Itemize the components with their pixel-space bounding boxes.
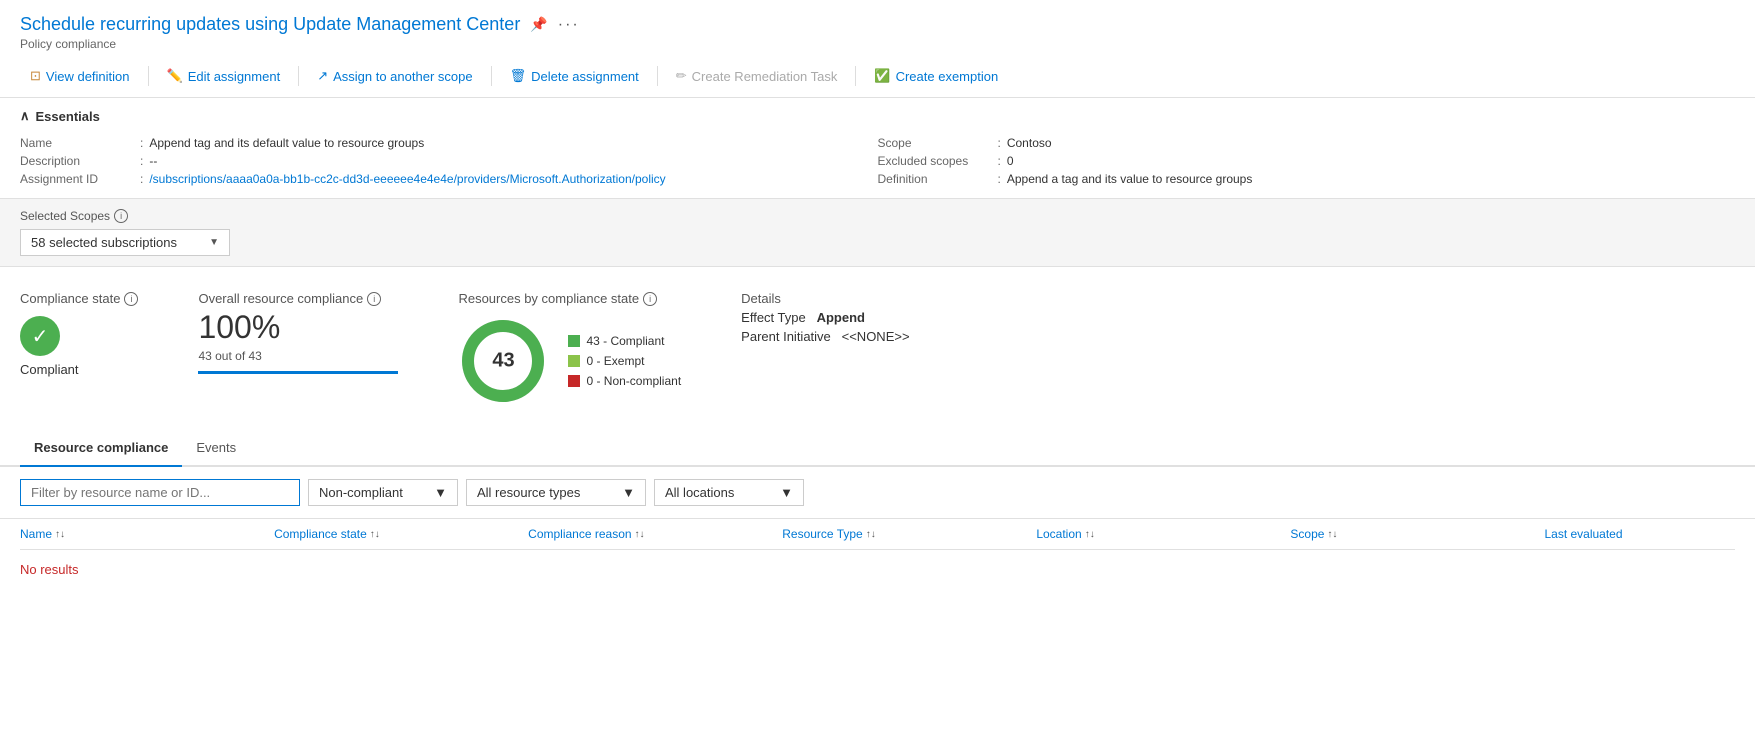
compliance-state-info-icon: i (124, 292, 138, 306)
compliance-filter-chevron-icon: ▼ (434, 485, 447, 500)
toolbar: ⊡ View definition ✏️ Edit assignment ↗ A… (0, 55, 1755, 98)
compliance-state-title: Compliance state i (20, 291, 138, 306)
col-header-scope[interactable]: Scope ↑↓ (1290, 527, 1544, 541)
page-header: Schedule recurring updates using Update … (0, 0, 1755, 55)
selected-scopes-info-icon: i (114, 209, 128, 223)
assign-to-another-scope-button[interactable]: ↗ Assign to another scope (307, 63, 482, 89)
delete-assignment-icon: 🗑 (510, 68, 527, 84)
compliant-dot (568, 335, 580, 347)
resources-by-state-title: Resources by compliance state i (458, 291, 681, 306)
legend-compliant: 43 - Compliant (568, 334, 681, 348)
overall-compliance-block: Overall resource compliance i 100% 43 ou… (198, 291, 398, 374)
noncompliant-dot (568, 375, 580, 387)
toolbar-divider-4 (657, 66, 658, 86)
col-resource-type-sort-icon: ↑↓ (866, 529, 876, 540)
pin-icon[interactable]: 📌 (530, 16, 547, 33)
essentials-definition-row: Definition : Append a tag and its value … (878, 170, 1736, 188)
legend: 43 - Compliant 0 - Exempt 0 - Non-compli… (568, 334, 681, 388)
col-header-compliance-reason[interactable]: Compliance reason ↑↓ (528, 527, 782, 541)
donut-and-legend: 43 43 - Compliant 0 - Exempt 0 - Non-com… (458, 316, 681, 406)
col-location-sort-icon: ↑↓ (1085, 529, 1095, 540)
tabs-section: Resource compliance Events (0, 430, 1755, 467)
overall-compliance-title: Overall resource compliance i (198, 291, 398, 306)
resources-by-state-block: Resources by compliance state i 43 43 - … (458, 291, 681, 406)
col-header-last-evaluated[interactable]: Last evaluated (1544, 527, 1735, 541)
view-definition-icon: ⊡ (30, 68, 41, 84)
essentials-assignment-id-row: Assignment ID : /subscriptions/aaaa0a0a-… (20, 170, 878, 188)
col-compliance-reason-sort-icon: ↑↓ (635, 529, 645, 540)
col-header-compliance-state[interactable]: Compliance state ↑↓ (274, 527, 528, 541)
compliance-state-block: Compliance state i ✓ Compliant (20, 291, 138, 377)
col-compliance-state-sort-icon: ↑↓ (370, 529, 380, 540)
parent-initiative-row: Parent Initiative <<NONE>> (741, 329, 909, 344)
toolbar-divider-2 (298, 66, 299, 86)
scope-dropdown-value: 58 selected subscriptions (31, 235, 209, 250)
essentials-header[interactable]: ∧ Essentials (20, 108, 1735, 124)
essentials-scope-row: Scope : Contoso (878, 134, 1736, 152)
compliant-label: Compliant (20, 362, 79, 377)
legend-exempt: 0 - Exempt (568, 354, 681, 368)
page-subtitle: Policy compliance (20, 37, 1735, 51)
toolbar-divider (148, 66, 149, 86)
edit-assignment-icon: ✏️ (167, 68, 183, 84)
more-icon[interactable]: ··· (558, 16, 580, 34)
remediation-icon: ✏ (676, 68, 687, 84)
resource-types-chevron-icon: ▼ (622, 485, 635, 500)
locations-chevron-icon: ▼ (780, 485, 793, 500)
delete-assignment-button[interactable]: 🗑 Delete assignment (500, 63, 649, 89)
out-of-label: 43 out of 43 (198, 349, 398, 363)
resource-types-filter-dropdown[interactable]: All resource types ▼ (466, 479, 646, 506)
donut-chart: 43 (458, 316, 548, 406)
exempt-dot (568, 355, 580, 367)
create-exemption-button[interactable]: ✅ Create exemption (864, 63, 1008, 89)
collapse-icon: ∧ (20, 108, 30, 124)
essentials-section: ∧ Essentials Name : Append tag and its d… (0, 98, 1755, 199)
compliant-icon: ✓ (20, 316, 60, 356)
col-name-sort-icon: ↑↓ (55, 529, 65, 540)
scope-dropdown-chevron-icon: ▼ (209, 237, 219, 248)
create-remediation-task-button[interactable]: ✏ Create Remediation Task (666, 63, 848, 89)
tab-events[interactable]: Events (182, 430, 250, 467)
compliance-section: Compliance state i ✓ Compliant Overall r… (0, 267, 1755, 430)
details-block: Details Effect Type Append Parent Initia… (741, 291, 909, 344)
col-header-resource-type[interactable]: Resource Type ↑↓ (782, 527, 1036, 541)
col-header-location[interactable]: Location ↑↓ (1036, 527, 1290, 541)
compliance-filter-dropdown[interactable]: Non-compliant ▼ (308, 479, 458, 506)
edit-assignment-button[interactable]: ✏️ Edit assignment (157, 63, 291, 89)
locations-filter-dropdown[interactable]: All locations ▼ (654, 479, 804, 506)
legend-noncompliant: 0 - Non-compliant (568, 374, 681, 388)
toolbar-divider-5 (855, 66, 856, 86)
view-definition-button[interactable]: ⊡ View definition (20, 63, 140, 89)
resource-filter-input[interactable] (31, 485, 289, 500)
toolbar-divider-3 (491, 66, 492, 86)
details-title: Details (741, 291, 909, 306)
assign-scope-icon: ↗ (317, 68, 328, 84)
col-scope-sort-icon: ↑↓ (1327, 529, 1337, 540)
overall-percent: 100% (198, 310, 398, 345)
essentials-excluded-scopes-row: Excluded scopes : 0 (878, 152, 1736, 170)
no-results-label: No results (20, 550, 1735, 589)
table-section: Name ↑↓ Compliance state ↑↓ Compliance r… (0, 519, 1755, 589)
progress-bar (198, 371, 398, 374)
selected-scopes-label: Selected Scopes i (20, 209, 1735, 223)
essentials-description-row: Description : -- (20, 152, 878, 170)
scope-dropdown[interactable]: 58 selected subscriptions ▼ (20, 229, 230, 256)
donut-center-value: 43 (492, 350, 514, 373)
essentials-name-row: Name : Append tag and its default value … (20, 134, 878, 152)
resource-filter-input-wrapper (20, 479, 300, 506)
essentials-grid: Name : Append tag and its default value … (20, 134, 1735, 188)
progress-bar-fill (198, 371, 398, 374)
selected-scopes-bar: Selected Scopes i 58 selected subscripti… (0, 199, 1755, 267)
tab-resource-compliance[interactable]: Resource compliance (20, 430, 182, 467)
table-header: Name ↑↓ Compliance state ↑↓ Compliance r… (20, 519, 1735, 550)
exemption-icon: ✅ (874, 68, 890, 84)
resources-by-state-info-icon: i (643, 292, 657, 306)
filters-row: Non-compliant ▼ All resource types ▼ All… (0, 467, 1755, 519)
page-title: Schedule recurring updates using Update … (20, 14, 520, 35)
col-header-name[interactable]: Name ↑↓ (20, 527, 274, 541)
effect-type-row: Effect Type Append (741, 310, 909, 325)
overall-compliance-info-icon: i (367, 292, 381, 306)
